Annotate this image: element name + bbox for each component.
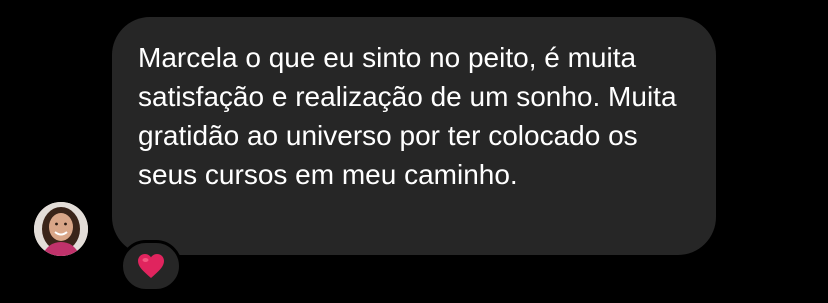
sender-avatar[interactable] bbox=[34, 202, 88, 256]
avatar-photo-icon bbox=[34, 202, 88, 256]
message-text: Marcela o que eu sinto no peito, é muita… bbox=[138, 42, 677, 190]
red-heart-icon bbox=[138, 254, 164, 278]
reaction-badge[interactable] bbox=[120, 240, 182, 292]
message-bubble[interactable]: Marcela o que eu sinto no peito, é muita… bbox=[112, 17, 716, 255]
